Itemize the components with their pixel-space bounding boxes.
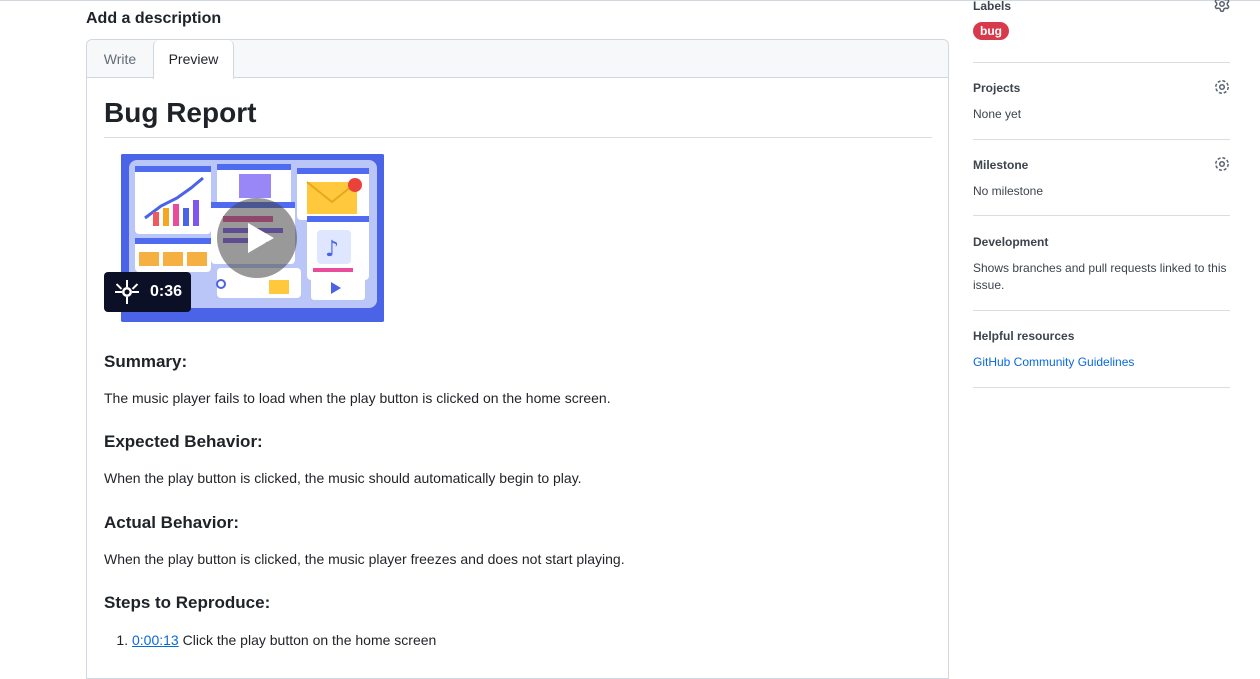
- steps-list: 0:00:13 Click the play button on the hom…: [104, 631, 932, 649]
- description-editor: Write Preview Bug Report ♪ 0:36 Summary:…: [86, 39, 949, 679]
- gear-icon[interactable]: [1214, 79, 1230, 95]
- gear-icon[interactable]: [1214, 0, 1230, 12]
- svg-text:♪: ♪: [325, 237, 339, 262]
- issue-sidebar: Labels bug Projects None yet Milestone N…: [973, 0, 1230, 388]
- summary-text: The music player fails to load when the …: [104, 390, 611, 406]
- description-title: Add a description: [86, 10, 222, 27]
- development-title: Development: [973, 235, 1049, 249]
- helpful-resources-title: Helpful resources: [973, 329, 1075, 343]
- expected-heading: Expected Behavior:: [104, 432, 263, 451]
- preview-heading: Bug Report: [104, 97, 932, 138]
- milestone-section: Milestone No milestone: [973, 140, 1230, 216]
- helpful-resources-section: Helpful resources GitHub Community Guide…: [973, 311, 1230, 388]
- development-value: Shows branches and pull requests linked …: [973, 261, 1227, 292]
- loom-icon: [115, 280, 139, 304]
- actual-heading: Actual Behavior:: [104, 513, 240, 532]
- video-embed[interactable]: ♪ 0:36: [104, 154, 384, 322]
- play-icon[interactable]: [216, 197, 298, 279]
- projects-title: Projects: [973, 81, 1021, 95]
- development-section: Development Shows branches and pull requ…: [973, 216, 1230, 311]
- milestone-value: No milestone: [973, 184, 1044, 198]
- milestone-title: Milestone: [973, 158, 1029, 172]
- community-guidelines-link[interactable]: GitHub Community Guidelines: [973, 355, 1134, 369]
- tab-write[interactable]: Write: [87, 40, 153, 78]
- summary-heading: Summary:: [104, 352, 188, 371]
- gear-icon[interactable]: [1214, 156, 1230, 172]
- label-bug[interactable]: bug: [973, 22, 1009, 40]
- tab-preview[interactable]: Preview: [153, 40, 234, 79]
- expected-text: When the play button is clicked, the mus…: [104, 470, 582, 486]
- projects-value: None yet: [973, 107, 1022, 121]
- list-item: 0:00:13 Click the play button on the hom…: [132, 631, 932, 649]
- step-timestamp-link[interactable]: 0:00:13: [132, 632, 179, 648]
- labels-title: Labels: [973, 0, 1012, 13]
- markdown-preview: Bug Report ♪ 0:36 Summary: The music pla…: [104, 78, 932, 649]
- actual-text: When the play button is clicked, the mus…: [104, 551, 625, 567]
- steps-heading: Steps to Reproduce:: [104, 593, 271, 612]
- video-duration-badge: 0:36: [104, 272, 191, 312]
- editor-tabbar: Write Preview: [87, 40, 948, 79]
- video-duration: 0:36: [150, 283, 183, 300]
- labels-section: Labels bug: [973, 0, 1230, 63]
- step-text: Click the play button on the home screen: [182, 632, 437, 648]
- projects-section: Projects None yet: [973, 63, 1230, 140]
